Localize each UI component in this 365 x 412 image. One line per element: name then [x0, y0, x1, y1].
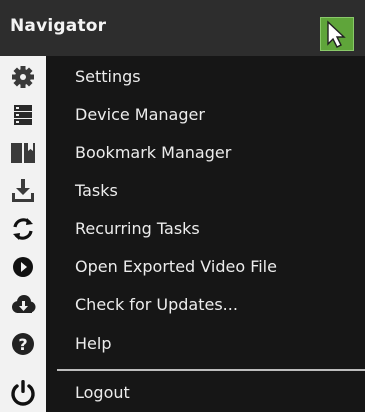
- menu-item-settings[interactable]: Settings: [0, 58, 365, 96]
- menu-item-label: Open Exported Video File: [75, 257, 277, 276]
- menu-item-label: Logout: [75, 383, 130, 402]
- menu-item-tasks[interactable]: Tasks: [0, 172, 365, 210]
- menu-item-label: Help: [75, 334, 112, 353]
- download-tray-icon: [6, 175, 40, 207]
- cursor-arrow-icon: [327, 20, 346, 48]
- menu-title: Navigator: [10, 16, 107, 36]
- svg-text:?: ?: [18, 335, 27, 354]
- menu-item-help[interactable]: ? Help: [0, 325, 365, 363]
- menu-item-label: Tasks: [75, 181, 118, 200]
- menu-item-check-for-updates[interactable]: Check for Updates...: [0, 286, 365, 324]
- menu-item-label: Settings: [75, 67, 141, 86]
- menu-item-bookmark-manager[interactable]: Bookmark Manager: [0, 134, 365, 172]
- menu-item-open-exported-video[interactable]: Open Exported Video File: [0, 248, 365, 286]
- server-icon: [6, 99, 40, 131]
- title-bar: Navigator: [0, 0, 365, 56]
- menu-item-logout[interactable]: Logout: [0, 374, 365, 412]
- help-circle-icon: ?: [6, 328, 40, 360]
- menu-item-label: Recurring Tasks: [75, 219, 200, 238]
- navigator-menu: Navigator Settings Device Manager Bookma…: [0, 0, 365, 412]
- cloud-download-icon: [6, 289, 40, 321]
- gear-icon: [6, 61, 40, 93]
- menu-item-label: Device Manager: [75, 105, 205, 124]
- refresh-icon: [6, 213, 40, 245]
- menu-item-label: Bookmark Manager: [75, 143, 232, 162]
- menu-item-label: Check for Updates...: [75, 295, 238, 314]
- menu-item-recurring-tasks[interactable]: Recurring Tasks: [0, 210, 365, 248]
- power-icon: [6, 377, 40, 409]
- pointer-mode-button[interactable]: [320, 17, 354, 51]
- play-circle-icon: [6, 251, 40, 283]
- bookmark-book-icon: [6, 137, 40, 169]
- menu-divider: [57, 369, 365, 371]
- menu-item-device-manager[interactable]: Device Manager: [0, 96, 365, 134]
